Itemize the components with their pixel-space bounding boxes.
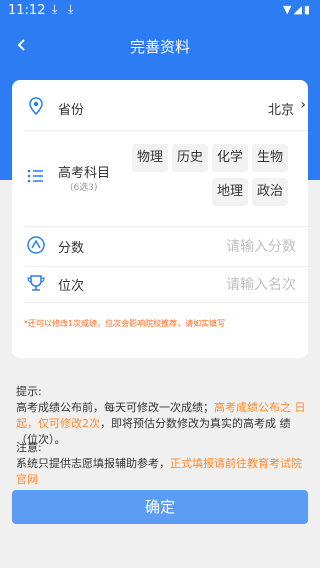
divider [24,302,308,303]
notice-section: 注意: 系统只提供志愿填报辅助参考，正式填报请前往教育考试院官网 [16,440,306,488]
list-icon [27,169,43,183]
location-pin-icon [29,97,43,116]
province-row[interactable]: 省份 北京 › [24,96,308,120]
status-time: 11:12 [8,3,46,18]
divider [24,226,308,227]
profile-form-card: 省份 北京 › 高考科目 (6选3) 物理 历史 化学 生物 地理 政治 分数 … [12,80,308,358]
subject-chip-history[interactable]: 历史 [172,144,208,172]
province-value: 北京 [267,103,294,118]
trophy-icon [27,275,45,291]
subject-chip-geography[interactable]: 地理 [212,178,248,206]
download-icon: ⤓ [52,2,58,16]
rank-row[interactable]: 位次 请输入名次 [24,272,308,296]
notice-title: 注意: [16,441,42,454]
score-input[interactable]: 请输入分数 [226,236,296,256]
page-title: 完善资料 [129,38,190,56]
subjects-label: 高考科目 [58,166,111,181]
status-bar: 11:12 ⤓ ⤓ ▼◢▮ [0,0,320,22]
tips-part1: 高考成绩公布前，每天可修改一次成绩； [16,401,214,414]
divider [24,266,308,267]
subject-chip-chemistry[interactable]: 化学 [212,144,248,172]
confirm-button[interactable]: 确定 [12,490,308,524]
score-icon [27,236,45,254]
rank-label: 位次 [58,279,85,294]
province-label: 省份 [58,103,85,118]
rank-input[interactable]: 请输入名次 [226,274,296,294]
score-row[interactable]: 分数 请输入分数 [24,234,308,258]
edit-note: *还可以修改1次成绩，位次会影响院校推荐，请如实填写 [24,319,226,328]
subjects-hint: (6选3) [70,183,98,193]
tips-section: 提示: 高考成绩公布前，每天可修改一次成绩；高考成绩公布之 日起，仅可修改2次，… [16,384,306,448]
nav-bar: 完善资料 [0,30,320,60]
tips-title: 提示: [16,385,42,398]
score-label: 分数 [58,241,85,256]
subject-chip-biology[interactable]: 生物 [252,144,288,172]
chevron-right-icon: › [300,97,306,113]
subjects-row: 高考科目 (6选3) 物理 历史 化学 生物 地理 政治 [24,142,308,226]
status-icons: ▼◢▮ [283,3,312,16]
divider [24,130,308,131]
download-icon-2: ⤓ [68,2,74,16]
notice-text: 系统只提供志愿填报辅助参考， [16,457,170,470]
subject-chip-physics[interactable]: 物理 [132,144,168,172]
notice-body: 系统只提供志愿填报辅助参考，正式填报请前往教育考试院官网 [16,456,306,488]
subject-chip-politics[interactable]: 政治 [252,178,288,206]
